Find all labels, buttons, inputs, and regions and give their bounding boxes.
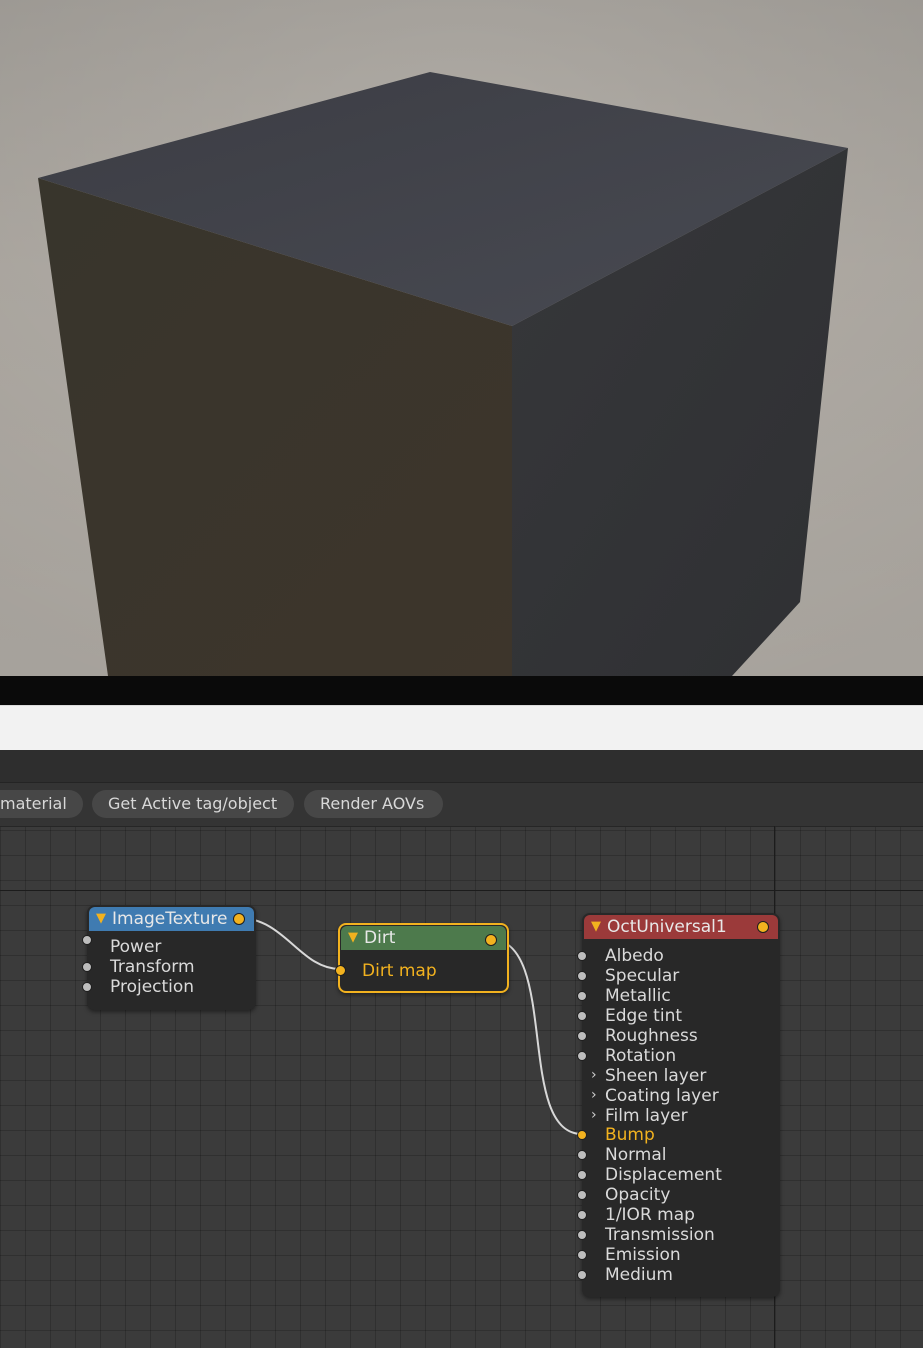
panel-separator [0,705,923,751]
input-port-transmission[interactable] [577,1230,587,1240]
input-label-edge-tint: Edge tint [605,1006,683,1026]
input-port-albedo[interactable] [577,951,587,961]
input-port-normal[interactable] [577,1150,587,1160]
input-port-ior-map[interactable] [577,1210,587,1220]
input-port-bump[interactable] [577,1130,587,1140]
input-port-roughness[interactable] [577,1031,587,1041]
chevron-right-icon[interactable]: › [591,1105,597,1125]
input-port-medium[interactable] [577,1270,587,1280]
input-label-albedo: Albedo [605,946,664,966]
collapse-triangle-icon[interactable]: ▼ [96,907,106,931]
input-port-rotation[interactable] [577,1051,587,1061]
input-label-emission: Emission [605,1245,681,1265]
chevron-right-icon[interactable]: › [591,1065,597,1085]
input-label-displacement: Displacement [605,1165,722,1185]
oct-universal-header[interactable]: ▼ OctUniversal1 [584,915,778,939]
input-port-opacity[interactable] [577,1190,587,1200]
input-port-power[interactable] [82,935,92,945]
input-port-emission[interactable] [577,1250,587,1260]
node-title: Dirt [364,928,396,948]
input-label-projection: Projection [110,977,195,997]
node-editor[interactable]: material Get Active tag/object Render AO… [0,750,923,1348]
collapse-triangle-icon[interactable]: ▼ [348,926,358,950]
node-title: OctUniversal1 [607,917,727,937]
input-port-displacement[interactable] [577,1170,587,1180]
output-port[interactable] [757,921,769,933]
input-label-transmission: Transmission [605,1225,715,1245]
output-port[interactable] [485,934,497,946]
dirt-node[interactable]: ▼ Dirt Dirt map [335,923,509,993]
viewport-status-bar [0,676,923,705]
output-port[interactable] [233,913,245,925]
group-label-sheen-layer[interactable]: Sheen layer [605,1066,706,1086]
group-label-film-layer[interactable]: Film layer [605,1106,688,1126]
input-label-transform: Transform [110,957,195,977]
oct-universal-node[interactable]: ▼ OctUniversal1 Albedo Specular Metallic… [577,913,780,1297]
input-label-opacity: Opacity [605,1185,671,1205]
input-port-specular[interactable] [577,971,587,981]
input-port-transform[interactable] [82,962,92,972]
input-port-metallic[interactable] [577,991,587,1001]
input-label-roughness: Roughness [605,1026,698,1046]
input-label-bump: Bump [605,1125,655,1145]
input-port-dirt-map[interactable] [335,965,346,976]
input-port-projection[interactable] [82,982,92,992]
image-texture-header[interactable]: ▼ ImageTexture [89,907,254,931]
input-label-normal: Normal [605,1145,667,1165]
input-label-dirt-map: Dirt map [362,961,437,981]
input-label-metallic: Metallic [605,986,671,1006]
input-label-ior-map: 1/IOR map [605,1205,695,1225]
node-wires [238,917,583,1135]
render-viewport[interactable] [0,0,923,676]
chevron-right-icon[interactable]: › [591,1085,597,1105]
input-label-power: Power [110,937,162,957]
image-texture-node[interactable]: ▼ ImageTexture Power Transform Projectio… [82,905,256,1010]
input-port-edge-tint[interactable] [577,1011,587,1021]
input-label-rotation: Rotation [605,1046,677,1066]
node-title: ImageTexture [112,909,228,929]
input-label-specular: Specular [605,966,680,986]
group-label-coating-layer[interactable]: Coating layer [605,1086,719,1106]
dirt-header[interactable]: ▼ Dirt [341,926,506,950]
collapse-triangle-icon[interactable]: ▼ [591,915,601,939]
input-label-medium: Medium [605,1265,673,1285]
cube-render [0,0,923,676]
